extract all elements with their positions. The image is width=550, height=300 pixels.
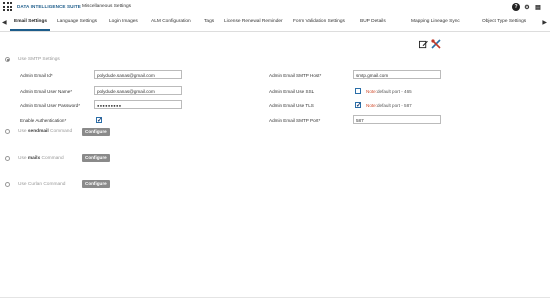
tls-note-prefix: Note:: [366, 103, 377, 108]
mailx-option-label: Use mailx Command: [18, 156, 64, 161]
tab-scroll-left-icon[interactable]: ◀: [2, 19, 7, 26]
curlan-configure-button[interactable]: Configure: [82, 180, 110, 188]
admin-email-password-input[interactable]: ●●●●●●●●●: [94, 100, 182, 109]
tab-alm-configuration[interactable]: ALM Configuration: [151, 19, 191, 24]
help-icon[interactable]: ?: [512, 3, 520, 11]
use-ssl-label: Admin Email Use SSL: [269, 89, 315, 94]
curlan-option-label: Use Curlan Command: [18, 182, 66, 187]
sendmail-radio[interactable]: [5, 129, 10, 134]
enable-authentication-label: Enable Authentication*: [20, 118, 67, 123]
ssl-note-prefix: Note:: [366, 89, 377, 94]
smtp-radio[interactable]: [5, 57, 10, 62]
admin-email-password-label: Admin Email User Password*: [20, 103, 80, 108]
app-grid-icon[interactable]: [3, 2, 12, 11]
tab-login-images[interactable]: Login Images: [109, 19, 138, 24]
toolbar: [418, 39, 441, 49]
top-bar: DATA INTELLIGENCE SUITE Miscellaneous Se…: [0, 0, 550, 15]
ssl-note-text: default port - 465: [376, 89, 412, 94]
curlan-radio[interactable]: [5, 182, 10, 187]
mailx-suffix: Command: [40, 156, 64, 161]
tab-language-settings[interactable]: Language Settings: [57, 19, 97, 24]
mailx-configure-button[interactable]: Configure: [82, 154, 110, 162]
use-ssl-checkbox[interactable]: [355, 88, 361, 94]
tab-mapping-lineage-sync[interactable]: Mapping Lineage Sync: [411, 19, 460, 24]
top-icons: ? ⚙ ▤: [512, 3, 542, 11]
use-tls-checkbox[interactable]: [355, 101, 361, 109]
gear-icon[interactable]: ⚙: [523, 3, 531, 11]
smtp-host-label: Admin Email SMTP Host*: [269, 73, 322, 78]
sendmail-suffix: Command: [48, 129, 73, 134]
tools-icon[interactable]: [431, 39, 441, 49]
use-tls-label: Admin Email Use TLS: [269, 103, 314, 108]
sendmail-name: sendmail: [27, 129, 49, 134]
document-icon[interactable]: ▤: [534, 3, 542, 11]
tab-license-renewal-reminder[interactable]: License Renewal Reminder: [224, 19, 283, 24]
enable-authentication-checkbox[interactable]: [96, 116, 102, 124]
sendmail-option-label: Use sendmail Command: [18, 129, 72, 134]
footer-divider: [0, 297, 550, 298]
mailx-prefix: Use: [18, 156, 28, 161]
tab-tags[interactable]: Tags: [204, 19, 214, 24]
admin-email-id-label: Admin Email Id*: [20, 73, 53, 78]
tls-note: Note:default port - 587: [366, 103, 412, 108]
smtp-port-label: Admin Email SMTP Port*: [269, 118, 321, 123]
tab-object-type-settings[interactable]: Object Type Settings: [482, 19, 526, 24]
admin-email-username-label: Admin Email User Name*: [20, 89, 73, 94]
tls-note-text: default port - 587: [376, 103, 412, 108]
tab-bup-details[interactable]: BUP Details: [360, 19, 386, 24]
tab-form-validation-settings[interactable]: Form Validation Settings: [293, 19, 345, 24]
app-title: DATA INTELLIGENCE SUITE: [17, 4, 81, 9]
admin-email-id-input[interactable]: polydude.sanas@gmail.com: [94, 70, 182, 79]
sendmail-prefix: Use: [18, 129, 28, 134]
active-tab-indicator: [10, 29, 50, 31]
tab-email-settings[interactable]: Email Settings: [14, 19, 47, 24]
smtp-option-label: Use SMTP Settings: [18, 57, 60, 62]
tab-bar: ◀ Email Settings Language Settings Login…: [0, 15, 550, 32]
smtp-port-input[interactable]: 587: [353, 115, 441, 124]
tab-scroll-right-icon[interactable]: ▶: [542, 19, 547, 26]
edit-icon[interactable]: [418, 39, 428, 49]
page-title: Miscellaneous Settings: [82, 4, 132, 9]
admin-email-username-input[interactable]: polydude.sanas@gmail.com: [94, 86, 182, 95]
smtp-host-input[interactable]: smtp.gmail.com: [353, 70, 441, 79]
ssl-note: Note:default port - 465: [366, 89, 412, 94]
sendmail-configure-button[interactable]: Configure: [82, 128, 110, 136]
mailx-radio[interactable]: [5, 156, 10, 161]
mailx-name: mailx: [27, 156, 41, 161]
